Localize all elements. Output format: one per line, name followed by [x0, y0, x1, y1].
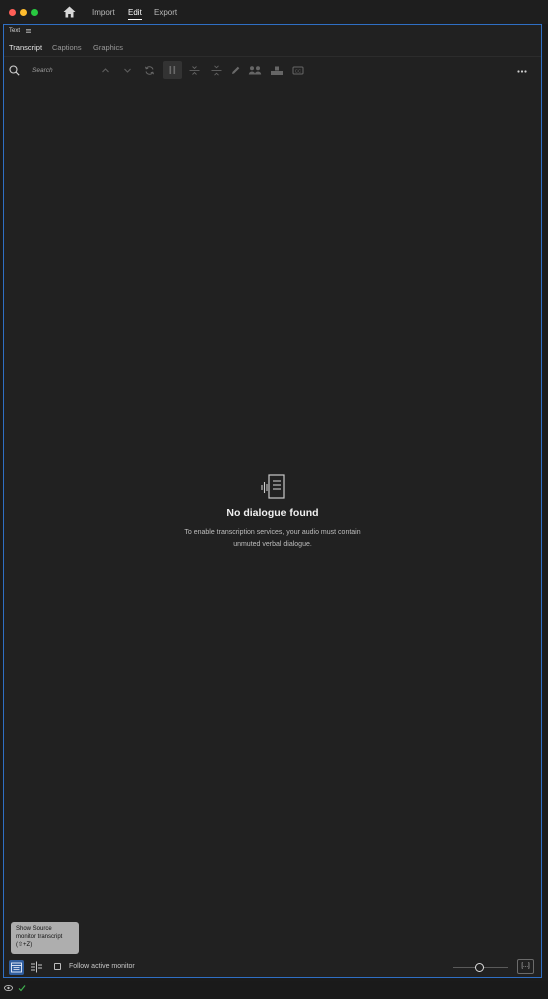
tooltip-line3: (⇧+Z)	[16, 942, 33, 948]
tab-captions[interactable]: Captions	[52, 43, 82, 52]
status-bar	[0, 981, 548, 999]
empty-state-description-line2: unmuted verbal dialogue.	[233, 541, 312, 548]
window-titlebar: Import Edit Export	[0, 0, 548, 24]
panel-menu-icon[interactable]	[26, 29, 31, 33]
merge-icon[interactable]	[211, 65, 222, 76]
insert-icon[interactable]	[270, 65, 284, 76]
chevron-up-icon[interactable]	[100, 65, 111, 76]
pause-button[interactable]	[163, 61, 182, 79]
speakers-icon[interactable]	[248, 65, 262, 76]
caption-icon[interactable]: CC	[292, 65, 304, 76]
panel-footer: Follow active monitor [...]	[4, 957, 541, 977]
sync-icon[interactable]	[144, 65, 155, 76]
empty-state-description: To enable transcription services, your a…	[163, 527, 383, 551]
zoom-slider-thumb[interactable]	[475, 963, 484, 972]
tooltip-line1: Show Source	[16, 926, 52, 932]
pause-icon	[169, 66, 176, 74]
eye-icon[interactable]	[4, 984, 13, 992]
empty-state-description-line1: To enable transcription services, your a…	[184, 529, 361, 536]
transcript-icon	[260, 474, 285, 499]
text-panel: Text Transcript Captions Graphics Search…	[3, 24, 542, 978]
check-icon	[18, 985, 26, 992]
empty-state-title: No dialogue found	[226, 507, 319, 519]
follow-active-monitor-label: Follow active monitor	[69, 963, 135, 970]
split-icon[interactable]	[189, 65, 200, 76]
nav-export[interactable]: Export	[154, 8, 177, 17]
home-icon[interactable]	[63, 6, 76, 18]
svg-text:CC: CC	[295, 69, 302, 74]
follow-active-monitor-checkbox[interactable]	[54, 963, 61, 970]
search-icon[interactable]	[9, 65, 20, 76]
transcript-toolbar: CC	[4, 61, 541, 81]
tab-transcript[interactable]: Transcript	[9, 43, 43, 57]
more-icon[interactable]	[517, 70, 527, 73]
chevron-down-icon[interactable]	[122, 65, 133, 76]
source-monitor-icon	[11, 962, 22, 973]
tooltip-line2: monitor transcript	[16, 934, 63, 940]
source-monitor-tooltip: Show Source monitor transcript (⇧+Z)	[11, 922, 79, 954]
zoom-window-button[interactable]	[31, 9, 38, 16]
tabs-divider	[4, 56, 541, 57]
empty-state: No dialogue found To enable transcriptio…	[4, 473, 541, 551]
close-window-button[interactable]	[9, 9, 16, 16]
program-monitor-transcript-icon[interactable]	[30, 961, 43, 973]
nav-import[interactable]: Import	[92, 8, 115, 17]
panel-header: Text	[4, 25, 541, 38]
minimize-window-button[interactable]	[20, 9, 27, 16]
tab-graphics[interactable]: Graphics	[93, 43, 123, 52]
fit-button[interactable]: [...]	[517, 959, 534, 974]
nav-edit[interactable]: Edit	[128, 8, 142, 20]
search-input[interactable]	[30, 64, 94, 76]
show-source-monitor-transcript-button[interactable]	[9, 960, 24, 975]
pencil-icon[interactable]	[230, 65, 241, 76]
panel-title: Text	[9, 28, 21, 34]
